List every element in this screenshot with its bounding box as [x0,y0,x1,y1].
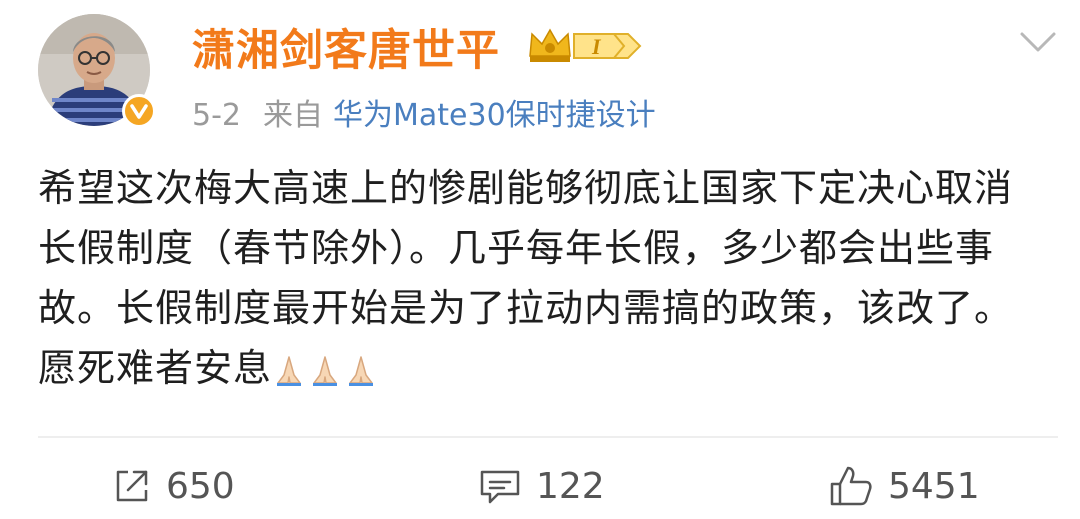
repost-button[interactable]: 650 [112,464,235,508]
divider [38,436,1058,438]
post-meta: 5-2 来自 华为Mate30保时捷设计 [192,90,656,134]
chevron-down-icon[interactable] [1018,26,1058,56]
pray-emoji [272,353,378,387]
avatar[interactable] [38,14,156,130]
rank-badge[interactable]: I [528,26,644,66]
post-date: 5-2 [192,98,241,133]
verified-v-icon [122,94,156,128]
thumbs-up-icon [830,466,872,506]
like-count: 5451 [888,465,980,507]
comment-icon [480,470,520,504]
repost-count: 650 [166,465,235,507]
like-button[interactable]: 5451 [828,464,980,508]
post-source[interactable]: 华为Mate30保时捷设计 [333,98,656,133]
badge-text: I [591,34,602,59]
pray-icon [349,356,374,386]
comment-button[interactable]: 122 [478,464,605,508]
post-body: 希望这次梅大高速上的惨剧能够彻底让国家下定决心取消长假制度（春节除外）。几乎每年… [38,166,1014,390]
comment-count: 122 [536,465,605,507]
pray-icon [277,356,302,386]
post-text: 希望这次梅大高速上的惨剧能够彻底让国家下定决心取消长假制度（春节除外）。几乎每年… [38,158,1048,398]
source-prefix: 来自 [263,98,323,133]
crown-badge-icon [529,28,571,62]
pray-icon [313,356,338,386]
author-name[interactable]: 潇湘剑客唐世平 [192,16,500,78]
repost-icon [116,470,148,502]
